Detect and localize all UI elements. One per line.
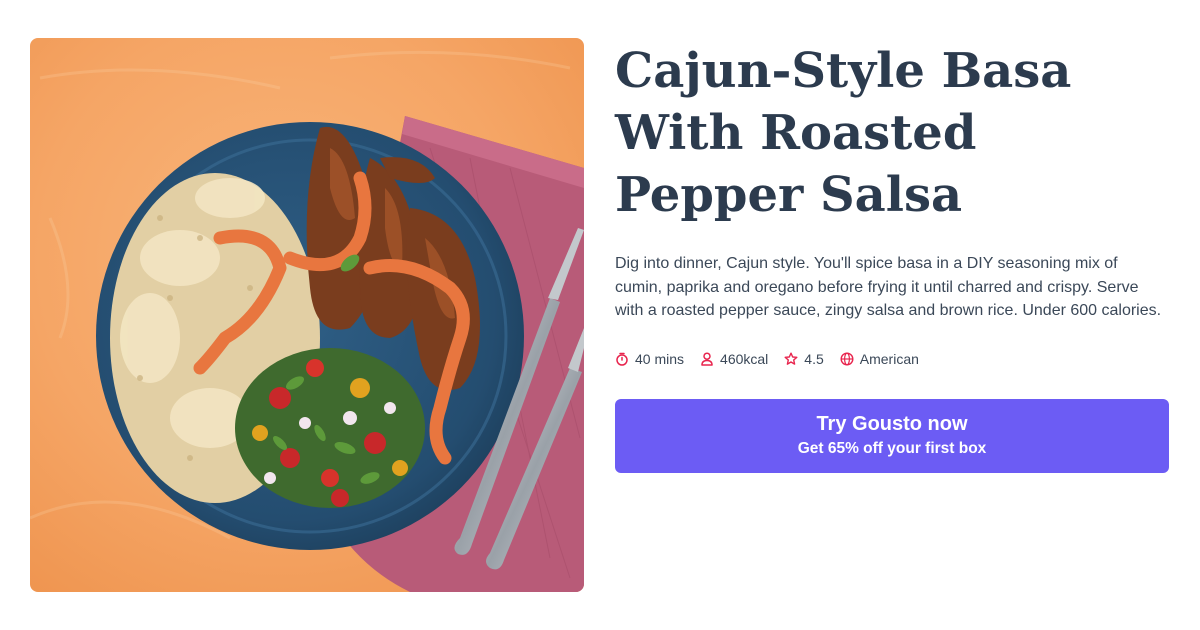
try-gousto-button[interactable]: Try Gousto now Get 65% off your first bo… [615, 398, 1169, 473]
meta-rating: 4.5 [784, 350, 824, 367]
meta-time-label: 40 mins [635, 350, 685, 367]
recipe-info: Cajun-Style Basa With Roasted Pepper Sal… [615, 40, 1169, 473]
recipe-description: Dig into dinner, Cajun style. You'll spi… [615, 255, 1162, 319]
meta-rating-label: 4.5 [804, 350, 824, 367]
meta-time: 40 mins [615, 351, 684, 367]
cta-subtitle: Get 65% off your first box [797, 439, 987, 457]
meta-cuisine: American [840, 351, 919, 367]
recipe-meta: 40 mins 460kcal 4.5 American [615, 351, 1169, 367]
meta-cuisine-label: American [859, 350, 919, 367]
cta-title: Try Gousto now [816, 412, 968, 435]
recipe-photo [30, 38, 584, 592]
meta-calories: 460kcal [700, 351, 768, 367]
globe-icon [840, 351, 854, 366]
recipe-title: Cajun-Style Basa With Roasted Pepper Sal… [615, 43, 1072, 223]
meta-calories-label: 460kcal [720, 350, 769, 367]
star-icon [784, 352, 798, 365]
person-icon [701, 351, 713, 366]
stopwatch-icon [616, 352, 628, 366]
